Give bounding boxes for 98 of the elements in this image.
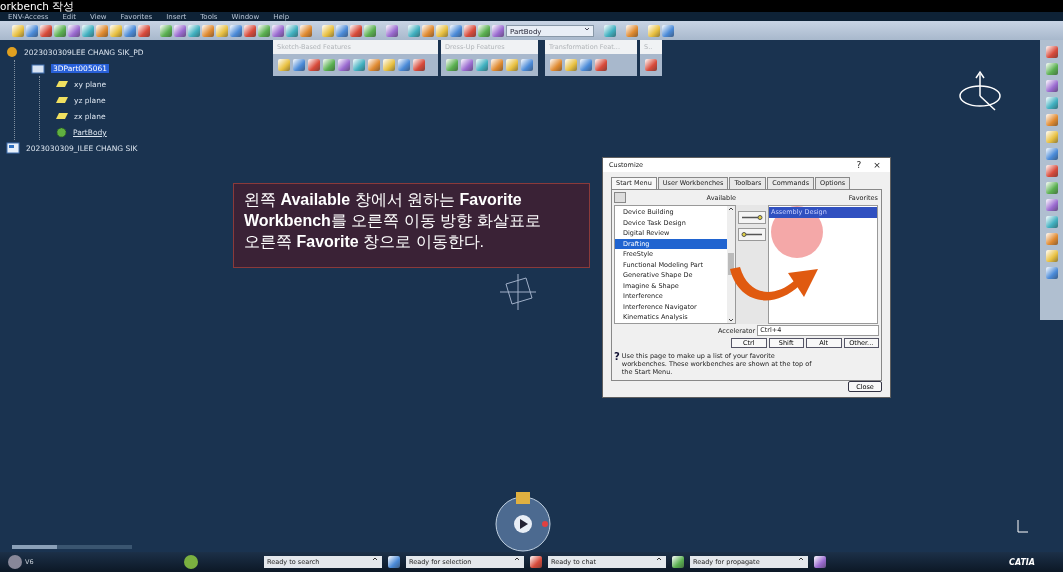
tool-icon[interactable] — [323, 59, 335, 71]
tool-icon[interactable] — [174, 24, 186, 37]
tool-icon[interactable] — [1045, 114, 1058, 126]
tool-icon[interactable] — [244, 24, 256, 37]
tool-icon[interactable] — [478, 24, 490, 37]
tool-icon[interactable] — [492, 24, 504, 37]
tool-icon[interactable] — [1045, 216, 1058, 228]
scroll-bar[interactable] — [727, 206, 735, 323]
tool-icon[interactable] — [450, 24, 462, 37]
tool-icon[interactable] — [645, 59, 657, 71]
tool-icon[interactable] — [1045, 46, 1058, 58]
tool-icon[interactable] — [413, 59, 425, 71]
help-icon: ? — [614, 352, 620, 361]
tool-icon[interactable] — [300, 24, 312, 37]
tool-icon[interactable] — [322, 24, 334, 37]
tool-icon[interactable] — [595, 59, 607, 71]
tool-icon[interactable] — [293, 59, 305, 71]
tool-icon[interactable] — [272, 24, 284, 37]
tool-icon[interactable] — [12, 24, 24, 37]
part-icon — [31, 62, 45, 74]
tool-icon[interactable] — [40, 24, 52, 37]
tool-icon[interactable] — [308, 59, 320, 71]
status-icon[interactable] — [388, 556, 400, 568]
tool-icon[interactable] — [398, 59, 410, 71]
tool-icon[interactable] — [1045, 250, 1058, 262]
tool-icon[interactable] — [1045, 199, 1058, 211]
window-title: orkbench 작성 — [0, 0, 1063, 12]
status-icon[interactable] — [672, 556, 684, 568]
document-icon — [6, 142, 20, 154]
tool-icon[interactable] — [1045, 233, 1058, 245]
tool-icon[interactable] — [364, 24, 376, 37]
right-arrow-button[interactable] — [738, 211, 766, 224]
tool-icon[interactable] — [408, 24, 420, 37]
tool-icon[interactable] — [604, 24, 616, 37]
plane-icon — [56, 113, 68, 119]
tool-icon[interactable] — [258, 24, 270, 37]
chevron-up-icon — [656, 556, 662, 562]
tool-icon[interactable] — [1045, 80, 1058, 92]
logo-text: CATIA — [1009, 557, 1035, 567]
close-button[interactable]: × — [870, 160, 884, 170]
tool-icon[interactable] — [1045, 63, 1058, 75]
tool-icon[interactable] — [278, 59, 290, 71]
status-icon[interactable] — [530, 556, 542, 568]
tool-icon[interactable] — [188, 24, 200, 37]
axis-drawing — [498, 272, 538, 312]
tool-icon[interactable] — [202, 24, 214, 37]
tool-icon[interactable] — [580, 59, 592, 71]
tool-icon[interactable] — [436, 24, 448, 37]
tool-icon[interactable] — [160, 24, 172, 37]
tool-icon[interactable] — [550, 59, 562, 71]
tool-icon[interactable] — [1045, 267, 1058, 279]
status-icon[interactable] — [814, 556, 826, 568]
tool-icon[interactable] — [286, 24, 298, 37]
tool-icon[interactable] — [648, 24, 660, 37]
left-arrow-button[interactable] — [738, 228, 766, 241]
tool-icon[interactable] — [1045, 148, 1058, 160]
tool-icon[interactable] — [138, 24, 150, 37]
tool-icon[interactable] — [26, 24, 38, 37]
tool-icon[interactable] — [521, 59, 533, 71]
tool-icon[interactable] — [82, 24, 94, 37]
tool-icon[interactable] — [1045, 97, 1058, 109]
chevron-up-icon — [798, 556, 804, 562]
tool-icon[interactable] — [68, 24, 80, 37]
tool-icon[interactable] — [368, 59, 380, 71]
tool-icon[interactable] — [1045, 182, 1058, 194]
tool-icon[interactable] — [110, 24, 122, 37]
tool-icon[interactable] — [336, 24, 348, 37]
tool-icon[interactable] — [491, 59, 503, 71]
list-view-button[interactable] — [614, 192, 626, 203]
tool-icon[interactable] — [1045, 131, 1058, 143]
tool-icon[interactable] — [464, 24, 476, 37]
tool-icon[interactable] — [422, 24, 434, 37]
tool-icon[interactable] — [386, 24, 398, 37]
chevron-down-icon — [584, 25, 590, 32]
chevron-up-icon — [514, 556, 520, 562]
tool-icon[interactable] — [1045, 165, 1058, 177]
tool-icon[interactable] — [626, 24, 638, 37]
help-button[interactable]: ? — [852, 160, 866, 170]
tool-icon[interactable] — [124, 24, 136, 37]
tool-icon[interactable] — [662, 24, 674, 37]
tool-icon[interactable] — [230, 24, 242, 37]
tool-icon[interactable] — [216, 24, 228, 37]
tool-icon[interactable] — [476, 59, 488, 71]
tool-icon[interactable] — [54, 24, 66, 37]
tool-icon[interactable] — [383, 59, 395, 71]
tool-icon[interactable] — [350, 24, 362, 37]
plane-icon — [56, 81, 68, 87]
tool-icon[interactable] — [461, 59, 473, 71]
tool-icon[interactable] — [565, 59, 577, 71]
tool-icon[interactable] — [338, 59, 350, 71]
annotation-text: 왼쪽 Available 창에서 원하는 Favorite Workbench를 오른쪽 이동 방향 화살표로 오른쪽 Favorite 창으로 이동한다. — [233, 183, 590, 268]
tool-icon[interactable] — [506, 59, 518, 71]
scroll-bar[interactable] — [12, 545, 132, 549]
tool-icon[interactable] — [446, 59, 458, 71]
chevron-up-icon — [372, 556, 378, 562]
tool-icon[interactable] — [353, 59, 365, 71]
plane-icon — [56, 97, 68, 103]
tool-icon[interactable] — [96, 24, 108, 37]
